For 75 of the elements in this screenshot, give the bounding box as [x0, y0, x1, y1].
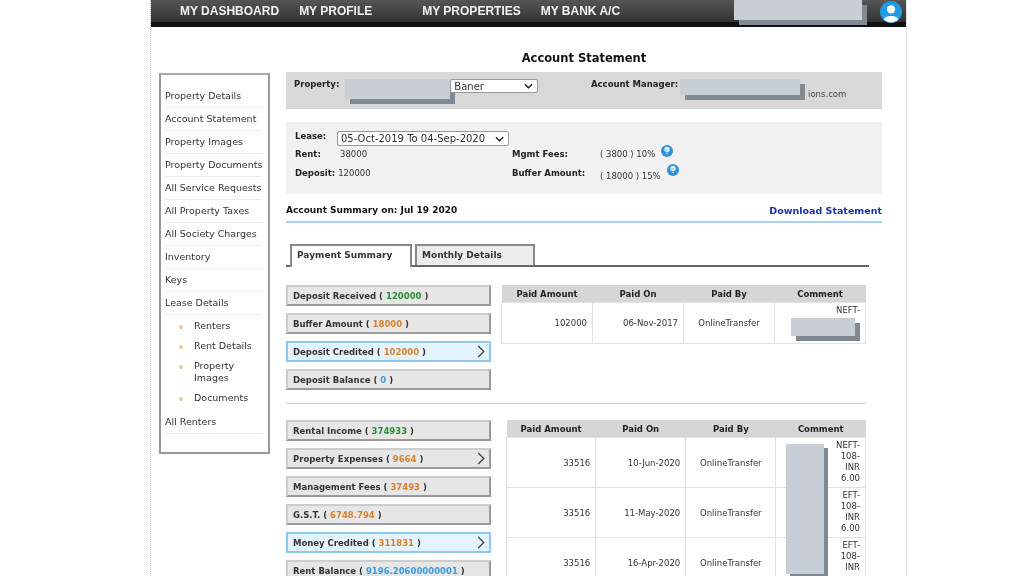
summary-button[interactable]: Management Fees ( 37493 ): [286, 476, 491, 497]
nav-link[interactable]: MY PROFILE: [299, 4, 373, 18]
tab[interactable]: Payment Summary: [290, 244, 412, 267]
table-cell: 11-May-2020: [595, 487, 686, 538]
sidebar-item[interactable]: Lease Details: [164, 292, 262, 315]
sidebar-item[interactable]: All Property Taxes: [164, 200, 262, 223]
caret-icon: [524, 83, 534, 89]
summary-button[interactable]: G.S.T. ( 6748.794 ): [286, 504, 491, 525]
table-cell: 33516: [506, 537, 596, 576]
field-label: Mgmt Fees:: [512, 149, 569, 159]
sidebar-subitem[interactable]: Rent Details: [194, 340, 254, 352]
summary-button[interactable]: Money Credited ( 311831 ): [286, 532, 491, 553]
table-cell: OnlineTransfer: [683, 302, 775, 344]
page-title: Account Statement: [521, 51, 647, 65]
bullet-icon: [179, 325, 183, 329]
column-header: Comment: [774, 285, 866, 303]
manager-email: ions.com: [808, 89, 847, 99]
help-icon[interactable]: [666, 164, 679, 176]
field-value: 120000: [338, 168, 371, 178]
sidebar-item[interactable]: Property Details: [164, 85, 262, 108]
download-link[interactable]: Download Statement: [769, 205, 882, 219]
table-cell: 33516: [506, 437, 596, 488]
summary-button[interactable]: Deposit Credited ( 102000 ): [286, 341, 491, 362]
caret-icon: [495, 135, 504, 142]
sidebar-item[interactable]: Inventory: [164, 246, 262, 269]
sidebar-item[interactable]: All Society Charges: [164, 223, 262, 246]
summary-button[interactable]: Rental Income ( 374933 ): [286, 420, 491, 441]
table-cell: 10-Jun-2020: [595, 437, 686, 488]
summary-button[interactable]: Deposit Balance ( 0 ): [286, 369, 491, 390]
sidebar-item[interactable]: Account Statement: [164, 108, 262, 131]
sidebar-item[interactable]: Keys: [164, 269, 262, 292]
column-header: Paid By: [683, 285, 775, 303]
tab[interactable]: Monthly Details: [415, 244, 535, 265]
summary-button[interactable]: Property Expenses ( 9664 ): [286, 448, 491, 469]
column-header: Comment: [775, 420, 866, 438]
nav-link[interactable]: MY BANK A/C: [540, 4, 621, 18]
summary-button[interactable]: Buffer Amount ( 18000 ): [286, 313, 491, 334]
sidebar-item[interactable]: All Renters: [164, 411, 262, 434]
field-label: Rent:: [295, 149, 322, 159]
sidebar-item[interactable]: Property Documents: [164, 154, 262, 177]
column-header: Paid On: [595, 420, 686, 438]
column-header: Paid Amount: [506, 420, 596, 438]
bullet-icon: [179, 397, 183, 401]
lease-dropdown[interactable]: 05-Oct-2019 To 04-Sep-2020: [337, 131, 509, 146]
field-label: Deposit:: [295, 168, 336, 178]
table-cell: OnlineTransfer: [685, 487, 776, 538]
table-cell: OnlineTransfer: [685, 437, 776, 488]
table-cell: 102000: [501, 302, 593, 344]
sidebar-item[interactable]: All Service Requests: [164, 177, 262, 200]
column-header: Paid By: [685, 420, 776, 438]
nav-link[interactable]: MY DASHBOARD: [180, 4, 280, 18]
table-cell: 06-Nov-2017: [592, 302, 684, 344]
field-value: ( 18000 ) 15%: [600, 171, 661, 181]
summary-button[interactable]: Rent Balance ( 9196.20600000001 ): [286, 560, 491, 576]
help-icon[interactable]: [661, 145, 674, 157]
sidebar-subitem[interactable]: Renters: [194, 320, 254, 332]
column-header: Paid Amount: [501, 285, 593, 303]
bullet-icon: [179, 365, 183, 369]
field-label: Property:: [294, 79, 340, 89]
summary-button[interactable]: Deposit Received ( 120000 ): [286, 285, 491, 306]
field-value: ( 3800 ) 10%: [600, 149, 656, 159]
summary-heading: Account Summary on: Jul 19 2020: [286, 205, 458, 217]
sidebar-subitem[interactable]: Property Images: [194, 360, 254, 384]
table-cell: 33516: [506, 487, 596, 538]
avatar-icon[interactable]: [880, 1, 902, 23]
field-value: 38000: [340, 149, 368, 159]
sidebar-subitem[interactable]: Documents: [194, 392, 254, 404]
field-label: Account Manager:: [591, 79, 679, 89]
field-label: Lease:: [295, 131, 328, 141]
nav-link[interactable]: MY PROPERTIES: [422, 4, 521, 18]
field-label: Buffer Amount:: [512, 168, 587, 178]
property-dropdown[interactable]: Baner: [450, 79, 539, 93]
column-header: Paid On: [592, 285, 684, 303]
sidebar-item[interactable]: Property Images: [164, 131, 262, 154]
bullet-icon: [179, 345, 183, 349]
